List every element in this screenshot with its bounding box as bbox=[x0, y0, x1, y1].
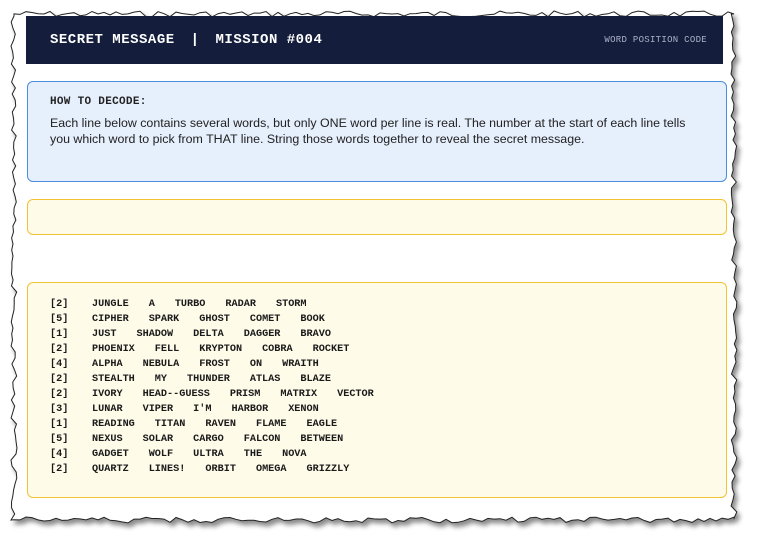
puzzle-line: [1] JUST SHADOW DELTA DAGGER BRAVO bbox=[50, 327, 726, 342]
puzzle-word: COBRA bbox=[262, 344, 293, 355]
instructions-panel: HOW TO DECODE: Each line below contains … bbox=[27, 81, 727, 182]
mission-number: MISSION #004 bbox=[215, 32, 323, 48]
puzzle-word: WRAITH bbox=[282, 359, 319, 370]
puzzle-word: THUNDER bbox=[187, 374, 230, 385]
puzzle-word: IVORY bbox=[92, 389, 123, 400]
puzzle-line: [3] LUNAR VIPER I'M HARBOR XENON bbox=[50, 402, 726, 417]
puzzle-word: BRAVO bbox=[300, 329, 331, 340]
puzzle-word: FLAME bbox=[255, 419, 287, 430]
title-separator: | bbox=[190, 32, 200, 48]
puzzle-word: ORBIT bbox=[205, 464, 236, 475]
word-position-number: [4] bbox=[50, 449, 69, 460]
puzzle-line: [2] PHOENIX FELL KRYPTON COBRA ROCKET bbox=[50, 342, 726, 357]
word-position-number: [2] bbox=[50, 464, 69, 475]
puzzle-word: WOLF bbox=[148, 449, 174, 460]
puzzle-word: HEAD--GUESS bbox=[142, 389, 210, 400]
word-position-number: [2] bbox=[50, 389, 69, 400]
word-position-number: [5] bbox=[50, 434, 69, 445]
puzzle-word: NEXUS bbox=[92, 434, 123, 445]
puzzle-word: CARGO bbox=[193, 434, 224, 445]
puzzle-word: HARBOR bbox=[231, 404, 269, 415]
word-position-number: [2] bbox=[50, 374, 69, 385]
puzzle-word: DAGGER bbox=[243, 329, 281, 340]
puzzle-word: STEALTH bbox=[92, 374, 135, 385]
puzzle-line: [5] NEXUS SOLAR CARGO FALCON BETWEEN bbox=[50, 432, 726, 447]
puzzle-word: I'M bbox=[193, 404, 212, 415]
word-position-number: [2] bbox=[50, 344, 69, 355]
puzzle-word: FELL bbox=[154, 344, 180, 355]
puzzle-word: A bbox=[148, 299, 155, 310]
answer-box[interactable] bbox=[27, 199, 727, 235]
puzzle-word: TURBO bbox=[174, 299, 206, 310]
puzzle-word: VECTOR bbox=[337, 389, 374, 400]
puzzle-word: ROCKET bbox=[312, 344, 350, 355]
puzzle-word: STORM bbox=[275, 299, 307, 310]
instructions-text: Each line below contains several words, … bbox=[50, 116, 686, 146]
puzzle-word: GHOST bbox=[199, 314, 230, 325]
word-position-number: [4] bbox=[50, 359, 69, 370]
puzzle-word: TITAN bbox=[154, 419, 186, 430]
puzzle-line: [2] JUNGLE A TURBO RADAR STORM bbox=[50, 297, 726, 312]
puzzle-word: ULTRA bbox=[193, 449, 224, 460]
puzzle-word: EAGLE bbox=[306, 419, 338, 430]
puzzle-word: RAVEN bbox=[205, 419, 236, 430]
header-bar: SECRET MESSAGE | MISSION #004 WORD POSITIO… bbox=[26, 16, 723, 64]
puzzle-word: FROST bbox=[199, 359, 230, 370]
puzzle-word: DELTA bbox=[193, 329, 224, 340]
puzzle-word: NOVA bbox=[282, 449, 307, 460]
puzzle-word: CIPHER bbox=[92, 314, 129, 325]
puzzle-word: ALPHA bbox=[92, 359, 123, 370]
puzzle-word: SOLAR bbox=[142, 434, 174, 445]
puzzle-line: [2] STEALTH MY THUNDER ATLAS BLAZE bbox=[50, 372, 726, 387]
puzzle-line: [4] ALPHA NEBULA FROST ON WRAITH bbox=[50, 357, 726, 372]
puzzle-word: SHADOW bbox=[136, 329, 174, 340]
puzzle-line: [1] READING TITAN RAVEN FLAME EAGLE bbox=[50, 417, 726, 432]
puzzle-word: OMEGA bbox=[255, 464, 287, 475]
puzzle-word: ATLAS bbox=[249, 374, 281, 385]
puzzle-word: JUST bbox=[92, 329, 117, 340]
word-position-number: [1] bbox=[50, 419, 69, 430]
puzzle-word: MY bbox=[154, 374, 168, 385]
word-position-number: [5] bbox=[50, 314, 69, 325]
puzzle-word: LINES! bbox=[148, 464, 186, 475]
puzzle-word: FALCON bbox=[243, 434, 281, 445]
puzzle-word: SPARK bbox=[148, 314, 180, 325]
title-text: SECRET MESSAGE bbox=[50, 32, 175, 48]
puzzle-word: MATRIX bbox=[280, 389, 318, 400]
puzzle-word: BLAZE bbox=[300, 374, 331, 385]
puzzle-word: GRIZZLY bbox=[306, 464, 350, 475]
puzzle-word: PHOENIX bbox=[92, 344, 135, 355]
puzzle-word: QUARTZ bbox=[92, 464, 129, 475]
puzzle-word: NEBULA bbox=[142, 359, 180, 370]
puzzle-word: GADGET bbox=[92, 449, 129, 460]
puzzle-word: XENON bbox=[288, 404, 319, 415]
puzzle-word: BETWEEN bbox=[300, 434, 344, 445]
instructions-label: HOW TO DECODE: bbox=[50, 96, 147, 108]
puzzle-line: [2] IVORY HEAD--GUESS PRISM MATRIX VECTOR bbox=[50, 387, 726, 402]
puzzle-line: [5] CIPHER SPARK GHOST COMET BOOK bbox=[50, 312, 726, 327]
puzzle-line: [2] QUARTZ LINES! ORBIT OMEGA GRIZZLY bbox=[50, 462, 726, 477]
header-title: SECRET MESSAGE | MISSION #004 bbox=[50, 32, 322, 48]
word-position-number: [3] bbox=[50, 404, 69, 415]
word-position-number: [2] bbox=[50, 299, 69, 310]
code-type-tag: WORD POSITION CODE bbox=[604, 35, 707, 45]
puzzle-word: KRYPTON bbox=[199, 344, 243, 355]
puzzle-word: RADAR bbox=[225, 299, 256, 310]
puzzle-word: ON bbox=[249, 359, 263, 370]
puzzle-word: BOOK bbox=[300, 314, 325, 325]
puzzle-word: READING bbox=[92, 419, 135, 430]
puzzle-word: COMET bbox=[249, 314, 281, 325]
puzzle-word: LUNAR bbox=[92, 404, 123, 415]
puzzle-line: [4] GADGET WOLF ULTRA THE NOVA bbox=[50, 447, 726, 462]
puzzle-word: THE bbox=[243, 449, 263, 460]
puzzle-word: JUNGLE bbox=[92, 299, 129, 310]
puzzle-panel: [2] JUNGLE A TURBO RADAR STORM [5] CIPHER SPARK G… bbox=[27, 282, 727, 498]
puzzle-word: VIPER bbox=[142, 404, 174, 415]
puzzle-word: PRISM bbox=[229, 389, 261, 400]
word-position-number: [1] bbox=[50, 329, 69, 340]
